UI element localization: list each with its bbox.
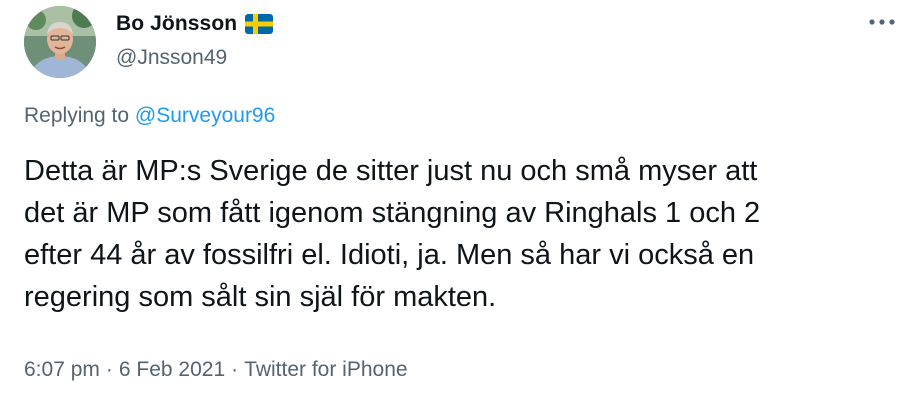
display-name[interactable]: Bo Jönsson bbox=[116, 12, 237, 36]
name-row: Bo Jönsson bbox=[116, 10, 274, 38]
tweet-text-line: Detta är MP:s Sverige de sitter just nu … bbox=[24, 155, 758, 187]
reply-context: Replying to @Surveyour96 bbox=[24, 104, 275, 128]
tweet-source-link[interactable]: Twitter for iPhone bbox=[244, 358, 407, 381]
tweet-text-line: efter 44 år av fossilfri el. Idioti, ja.… bbox=[24, 239, 755, 271]
tweet-text-line: regering som sålt sin själ för makten. bbox=[24, 281, 497, 313]
meta-separator: · bbox=[231, 358, 239, 381]
more-options-button[interactable] bbox=[866, 10, 898, 34]
sweden-flag-icon bbox=[245, 14, 274, 34]
avatar[interactable] bbox=[24, 6, 96, 78]
user-handle[interactable]: @Jnsson49 bbox=[116, 46, 273, 70]
tweet-meta: 6:07 pm · 6 Feb 2021 · Twitter for iPhone bbox=[24, 358, 408, 382]
author-block: Bo Jönsson @Jnsson49 bbox=[116, 10, 274, 70]
tweet-card: Bo Jönsson @Jnsson49 Replying to @Survey… bbox=[0, 0, 920, 408]
more-horizontal-icon bbox=[869, 19, 895, 25]
tweet-text: Detta är MP:s Sverige de sitter just nu … bbox=[24, 150, 900, 318]
tweet-text-line: det är MP som fått igenom stängning av R… bbox=[24, 197, 761, 229]
reply-mention-link[interactable]: @Surveyour96 bbox=[135, 104, 275, 127]
profile-photo-icon bbox=[24, 6, 96, 78]
meta-separator: · bbox=[105, 358, 113, 381]
reply-prefix: Replying to bbox=[24, 104, 130, 127]
tweet-date-link[interactable]: 6 Feb 2021 bbox=[119, 358, 225, 381]
tweet-time-link[interactable]: 6:07 pm bbox=[24, 358, 100, 381]
